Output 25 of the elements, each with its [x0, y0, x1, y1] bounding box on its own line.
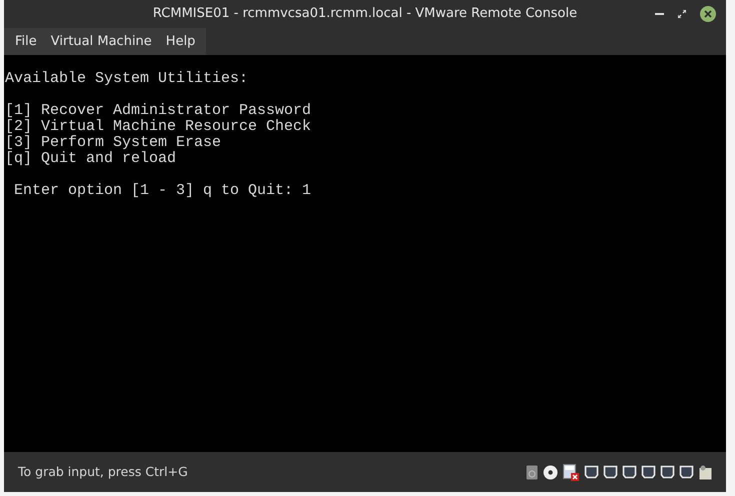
network-icon[interactable] [584, 465, 599, 479]
network-icon[interactable] [660, 465, 675, 479]
console-option: [3] Perform System Erase [5, 135, 222, 151]
menu-item[interactable]: File [8, 28, 44, 54]
console-prompt: Enter option [1 - 3] q to Quit: 1 [13, 183, 312, 199]
console-option: [1] Recover Administrator Password [5, 103, 312, 119]
minimize-icon[interactable] [655, 12, 664, 16]
menu-item[interactable]: Virtual Machine [44, 28, 159, 54]
console-screen[interactable]: Available System Utilities: [1] Recover Administrator Password [2] Virtual Machine Resource Check [3] Perform System Erase [q] Quit and reload Enter option [1 - 3] q to Quit: 1 [4, 55, 726, 452]
message-icon[interactable] [699, 464, 712, 480]
restore-icon[interactable] [678, 10, 686, 18]
network-icon[interactable] [622, 465, 637, 479]
floppy-icon[interactable] [563, 464, 579, 480]
network-icon[interactable] [641, 465, 656, 479]
console-option: [q] Quit and reload [5, 151, 176, 167]
window-title: RCMMISE01 - rcmmvcsa01.rcmm.local - VMware Remote Console [152, 5, 578, 23]
network-icon[interactable] [603, 465, 618, 479]
status-text: To grab input, press Ctrl+G [18, 462, 188, 481]
cd-icon[interactable] [543, 464, 558, 480]
console-option: [2] Virtual Machine Resource Check [5, 119, 312, 135]
console-heading: Available System Utilities: [5, 71, 248, 87]
menu-item[interactable]: Help [158, 28, 202, 54]
close-icon[interactable] [700, 6, 716, 22]
network-icon[interactable] [679, 465, 694, 479]
drive-icon[interactable] [526, 464, 538, 480]
